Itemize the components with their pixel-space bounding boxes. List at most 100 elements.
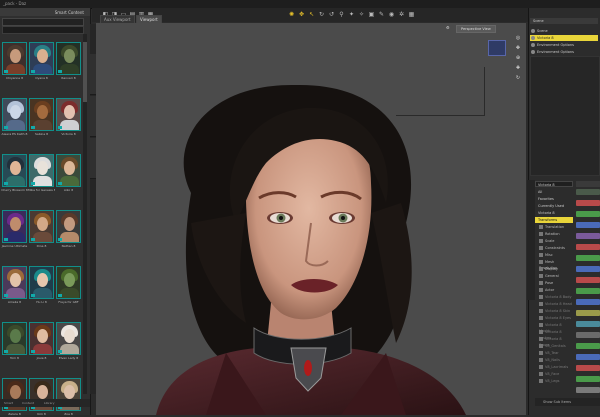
parameter-group[interactable]: Translation <box>537 224 573 230</box>
3d-viewport[interactable]: ⚙ Perspective View ◎ ✥ ⊕ ✚ ↻ <box>96 23 526 415</box>
parameter-group[interactable]: Victoria 8 Brows <box>537 336 573 347</box>
sun-icon[interactable]: ✺ <box>288 11 295 18</box>
parameter-slider[interactable] <box>576 299 600 305</box>
parameter-group[interactable]: Mesh Resolution <box>537 259 573 270</box>
parameter-slider[interactable] <box>576 211 600 217</box>
parameter-group[interactable]: Victoria 8 Mouth <box>537 322 573 333</box>
parameter-group[interactable]: Victoria 8 Lashes <box>537 329 573 340</box>
parameter-slider[interactable] <box>576 277 600 283</box>
content-item[interactable] <box>56 42 81 75</box>
parameter-slider[interactable] <box>576 365 600 371</box>
parameter-slider[interactable] <box>576 376 600 382</box>
tab-smart[interactable]: Smart <box>4 401 13 405</box>
scene-node[interactable]: Scene <box>530 28 598 34</box>
scene-node[interactable]: Environment Options <box>530 42 598 48</box>
parameter-group[interactable]: Victoria 8 Head <box>537 301 573 307</box>
figure-selector[interactable]: Victoria 8 <box>535 181 573 187</box>
scale-icon[interactable]: ⚲ <box>338 11 345 18</box>
parameter-category[interactable]: Transforms <box>535 217 573 223</box>
content-item[interactable] <box>56 154 81 187</box>
reset-icon[interactable]: ↻ <box>514 75 522 85</box>
parameter-slider[interactable] <box>576 255 600 261</box>
navigation-cube[interactable] <box>488 40 506 56</box>
sort-button[interactable] <box>576 181 600 187</box>
scene-node[interactable]: Victoria 8 <box>530 35 598 41</box>
parameter-slider[interactable] <box>576 343 600 349</box>
parameter-slider[interactable] <box>576 288 600 294</box>
viewport-options-icon[interactable]: ⚙ <box>446 25 454 31</box>
parameter-category[interactable]: Favorites <box>535 196 573 202</box>
parameter-group[interactable]: Victoria 8 Skin <box>537 308 573 314</box>
parameter-group[interactable]: Pose <box>537 280 573 286</box>
search-input[interactable] <box>2 26 84 34</box>
content-scrollbar[interactable] <box>83 34 87 394</box>
scene-node[interactable]: Environment Options <box>530 49 598 55</box>
parameter-group[interactable]: V8_Nails <box>537 357 573 363</box>
parameter-group[interactable]: General <box>537 273 573 279</box>
content-item[interactable] <box>56 322 81 355</box>
parameter-slider[interactable] <box>576 222 600 228</box>
parameter-group[interactable]: Rotation <box>537 231 573 237</box>
content-item[interactable] <box>29 210 54 243</box>
parameter-group[interactable]: V8_Genitals <box>537 343 573 349</box>
visibility-icon[interactable] <box>531 36 535 40</box>
parameter-slider[interactable] <box>576 189 600 195</box>
pointer-icon[interactable]: ↖ <box>308 11 315 18</box>
pin-icon[interactable]: ✦ <box>348 11 355 18</box>
figure-icon[interactable]: ✥ <box>298 11 305 18</box>
content-item[interactable] <box>29 322 54 355</box>
parameter-group[interactable]: Actor <box>537 287 573 293</box>
region-icon[interactable]: ▣ <box>368 11 375 18</box>
parameter-group[interactable]: V8_Tear <box>537 350 573 356</box>
parameter-group[interactable]: V8_Lacrimals <box>537 364 573 370</box>
show-sub-items-label[interactable]: Show Sub Items <box>543 400 571 404</box>
content-item[interactable] <box>2 98 27 131</box>
content-item[interactable] <box>29 266 54 299</box>
paint-icon[interactable]: ✎ <box>378 11 385 18</box>
frame-icon[interactable]: ✚ <box>514 65 522 75</box>
move-icon[interactable]: ↻ <box>318 11 325 18</box>
parameter-group[interactable]: Display <box>537 266 573 272</box>
orbit-icon[interactable]: ◎ <box>514 35 522 45</box>
parameter-group[interactable]: Victoria 8 Eyes <box>537 315 573 321</box>
parameter-slider[interactable] <box>576 310 600 316</box>
content-item[interactable] <box>2 266 27 299</box>
content-item[interactable] <box>56 98 81 131</box>
parameter-group[interactable]: Misc <box>537 252 573 258</box>
zoom-icon[interactable]: ⊕ <box>514 55 522 65</box>
content-item[interactable] <box>2 210 27 243</box>
light-icon[interactable]: ✲ <box>398 11 405 18</box>
parameter-slider[interactable] <box>576 200 600 206</box>
parameter-slider[interactable] <box>576 354 600 360</box>
content-item[interactable] <box>2 154 27 187</box>
category-filter[interactable] <box>2 18 84 26</box>
content-item[interactable] <box>2 42 27 75</box>
parameter-slider[interactable] <box>576 244 600 250</box>
parameter-group[interactable]: Constraints <box>537 245 573 251</box>
parameter-slider[interactable] <box>576 266 600 272</box>
scrollbar-thumb[interactable] <box>83 42 87 102</box>
visibility-icon[interactable] <box>531 50 535 54</box>
tab-library[interactable]: Library <box>44 401 55 405</box>
camera-icon[interactable]: ◉ <box>388 11 395 18</box>
parameter-slider[interactable] <box>576 233 600 239</box>
visibility-icon[interactable] <box>531 29 535 33</box>
parameter-group[interactable]: V8_Legs <box>537 378 573 384</box>
content-item[interactable] <box>29 42 54 75</box>
parameter-side-tabs[interactable] <box>527 180 535 300</box>
parameter-group[interactable]: Victoria 8 Body <box>537 294 573 300</box>
content-item[interactable] <box>56 266 81 299</box>
parameter-category[interactable]: Victoria 8 <box>535 210 573 216</box>
pan-icon[interactable]: ✥ <box>514 45 522 55</box>
parameter-slider[interactable] <box>576 332 600 338</box>
tab-content[interactable]: Content <box>22 401 34 405</box>
content-item[interactable] <box>2 322 27 355</box>
parameter-slider[interactable] <box>576 387 600 393</box>
parameter-category[interactable]: Currently Used <box>535 203 573 209</box>
visibility-icon[interactable] <box>531 43 535 47</box>
render-icon[interactable]: ▦ <box>408 11 415 18</box>
rotate-icon[interactable]: ↺ <box>328 11 335 18</box>
content-item[interactable] <box>29 98 54 131</box>
view-selector[interactable]: Perspective View <box>456 25 496 33</box>
parameter-slider[interactable] <box>576 321 600 327</box>
